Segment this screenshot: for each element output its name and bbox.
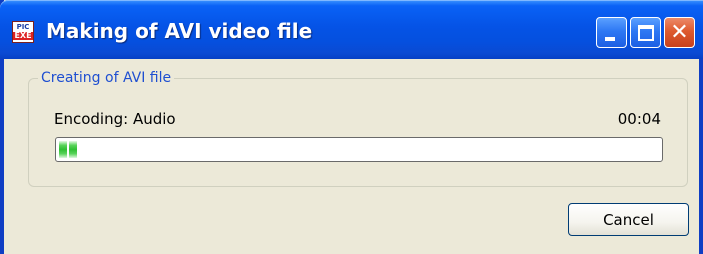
app-icon-line2: EXE — [13, 31, 33, 40]
close-icon: ✕ — [670, 19, 689, 45]
app-icon-line1: PIC — [16, 23, 30, 31]
close-button[interactable]: ✕ — [664, 17, 695, 48]
window-title: Making of AVI video file — [46, 19, 313, 43]
progress-bar — [55, 137, 663, 162]
pic-exe-icon: PIC EXE — [12, 21, 34, 43]
maximize-icon — [638, 25, 654, 41]
minimize-button[interactable] — [596, 17, 627, 48]
maximize-button[interactable] — [630, 17, 661, 48]
minimize-icon — [605, 37, 615, 41]
progress-chunk — [69, 141, 77, 158]
group-title: Creating of AVI file — [38, 70, 175, 86]
progress-fill — [59, 141, 77, 158]
title-bar[interactable]: PIC EXE Making of AVI video file ✕ — [0, 0, 703, 59]
status-label: Encoding: Audio — [54, 110, 176, 128]
cancel-button[interactable]: Cancel — [568, 203, 689, 236]
progress-chunk — [59, 141, 67, 158]
group-box — [28, 78, 688, 187]
elapsed-time: 00:04 — [617, 110, 661, 128]
